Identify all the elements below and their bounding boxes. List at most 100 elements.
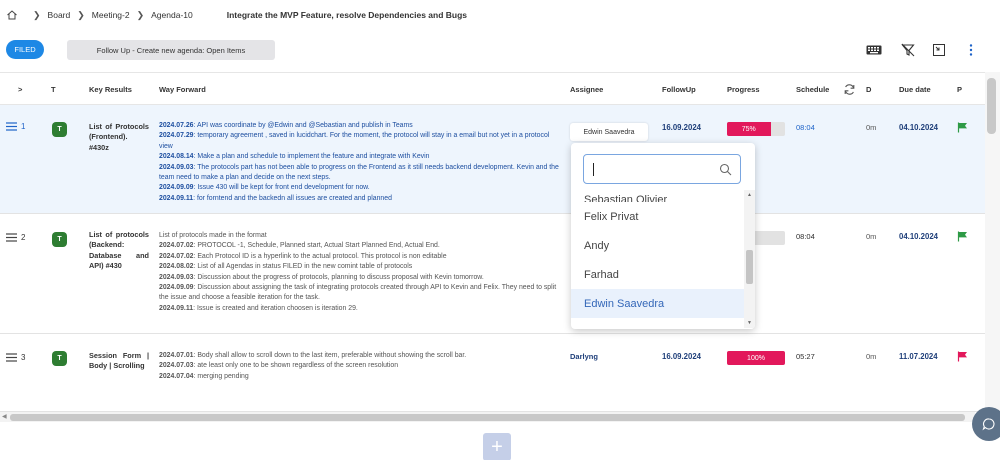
option-farhad[interactable]: Farhad [571,260,744,289]
d-value: 0m [866,352,877,361]
breadcrumb-agenda[interactable]: Agenda-10 [151,10,193,20]
entry: 2024.07.02: Each Protocol ID is a hyperl… [159,252,447,260]
due-date[interactable]: 04.10.2024 [899,123,938,132]
progress-fill: 100% [727,351,785,365]
option-felix-privat[interactable]: Felix Privat [571,202,744,231]
dropdown-scroll-thumb[interactable] [746,250,753,284]
due-date[interactable]: 11.07.2024 [899,352,938,361]
expand-all-toggle[interactable]: > [18,85,22,94]
chevron-right-icon: ❯ [136,9,145,20]
scroll-up-icon[interactable]: ▲ [747,192,752,198]
drag-handle-icon[interactable] [6,122,17,131]
chevron-right-icon: ❯ [77,9,85,20]
entry: 2024.09.03: Discussion about the progres… [159,273,484,281]
flag-icon[interactable] [957,231,968,242]
type-badge[interactable]: T [52,232,67,247]
entry: 2024.07.01: Body shall allow to scroll d… [159,352,467,359]
progress-bar[interactable]: 100% [727,351,785,365]
progress-bar[interactable]: 75% [727,122,785,136]
entry: 2024.07.03: ate least only one to be sho… [159,362,399,370]
col-due-date[interactable]: Due date [899,85,931,94]
flag-icon[interactable] [957,351,968,362]
drag-handle-icon[interactable] [6,233,17,242]
col-progress[interactable]: Progress [727,85,760,94]
followup-date[interactable]: 16.09.2024 [662,123,701,132]
col-schedule[interactable]: Schedule [796,85,829,94]
entry: 2024.08.02: List of all Agendas in statu… [159,263,413,271]
drag-handle-icon[interactable] [6,353,17,362]
chevron-right-icon: ❯ [33,9,41,20]
horizontal-scrollbar[interactable]: ◀ [0,412,975,422]
row-number: 1 [21,122,26,131]
key-result-text[interactable]: List of protocols (Backend: Database and… [89,230,149,272]
progress-fill: 75% [727,122,771,136]
schedule-time[interactable]: 05:27 [796,352,815,361]
scroll-left-icon[interactable]: ◀ [2,413,7,420]
row-number: 2 [21,233,26,242]
home-icon[interactable] [6,9,18,21]
way-forward-text[interactable]: List of protocols made in the format 202… [159,231,559,314]
type-badge[interactable]: T [52,351,67,366]
schedule-time[interactable]: 08:04 [796,123,815,132]
breadcrumb-meeting[interactable]: Meeting-2 [92,10,130,20]
add-row-button[interactable]: + [483,433,511,460]
search-icon[interactable] [719,163,732,176]
table-header: > T Key Results Way Forward Assignee Fol… [0,72,985,105]
col-d[interactable]: D [866,85,871,94]
assignee-search-input[interactable] [583,154,741,184]
entry: 2024.07.26: API was coordinate by @Edwin… [159,122,413,129]
entry: 2024.07.04: merging pending [159,372,249,380]
dropdown-scrollbar[interactable]: ▲ ▼ [744,190,755,328]
assignee-name[interactable]: Darlyng [570,352,598,361]
refresh-icon[interactable] [843,83,856,96]
collapse-icon[interactable] [931,42,947,58]
due-date[interactable]: 04.10.2024 [899,232,938,241]
col-type[interactable]: T [51,85,56,94]
key-result-text[interactable]: List of Protocols (Frontend). #430z [89,122,149,153]
scroll-down-icon[interactable]: ▼ [747,320,752,326]
way-forward-text[interactable]: 2024.07.26: API was coordinate by @Edwin… [159,121,559,204]
option-sebastian-olivier[interactable]: Sebastian Olivier [571,190,744,202]
col-followup[interactable]: FollowUp [662,85,696,94]
followup-date[interactable]: 16.09.2024 [662,352,701,361]
entry: 2024.09.03: The protocols part has not b… [159,163,559,182]
table-row[interactable]: 3 T Session Form | Body | Scrolling 2024… [0,334,985,412]
entry: 2024.09.11: for forntend and the backedn… [159,194,392,202]
type-badge[interactable]: T [52,122,67,137]
chat-bubble-icon [982,418,995,431]
chat-button[interactable] [972,407,1000,441]
horizontal-scroll-thumb[interactable] [10,414,965,421]
entry: 2024.09.11: Issue is created and iterati… [159,304,358,312]
d-value: 0m [866,232,877,241]
assignee-dropdown: Sebastian Olivier Felix Privat Andy Farh… [571,143,755,329]
option-andy[interactable]: Andy [571,231,744,260]
followup-button[interactable]: Follow Up - Create new agenda: Open Item… [67,40,275,60]
flag-icon[interactable] [957,122,968,133]
row-number: 3 [21,353,26,362]
breadcrumb: ❯ Board ❯ Meeting-2 ❯ Agenda-10 Integrat… [6,8,467,22]
keyboard-icon[interactable] [866,42,882,58]
more-vertical-icon[interactable] [963,42,979,58]
vertical-scrollbar[interactable] [985,72,1000,412]
schedule-time[interactable]: 08:04 [796,232,815,241]
col-assignee[interactable]: Assignee [570,85,603,94]
col-key-results[interactable]: Key Results [89,85,132,94]
filter-off-icon[interactable] [900,42,916,58]
assignee-options: Sebastian Olivier Felix Privat Andy Farh… [571,190,744,318]
assignee-chip[interactable]: Edwin Saavedra [570,123,648,141]
key-result-text[interactable]: Session Form | Body | Scrolling [89,351,149,372]
col-p[interactable]: P [957,85,962,94]
col-way-forward[interactable]: Way Forward [159,85,206,94]
way-forward-text[interactable]: 2024.07.01: Body shall allow to scroll d… [159,351,559,382]
vertical-scroll-thumb[interactable] [987,78,996,134]
text-cursor [593,163,594,176]
entry: 2024.09.09: Discussion about assigning t… [159,284,557,302]
filed-status-badge[interactable]: FILED [6,40,44,59]
entry: 2024.07.29: temporary agreement , saved … [159,132,550,150]
table-row[interactable]: 1 T List of Protocols (Frontend). #430z … [0,105,985,214]
plus-icon: + [491,435,503,458]
table-row[interactable]: 2 T List of protocols (Backend: Database… [0,214,985,334]
option-edwin-saavedra[interactable]: Edwin Saavedra [571,289,744,318]
d-value: 0m [866,123,877,132]
breadcrumb-board[interactable]: Board [48,10,71,20]
